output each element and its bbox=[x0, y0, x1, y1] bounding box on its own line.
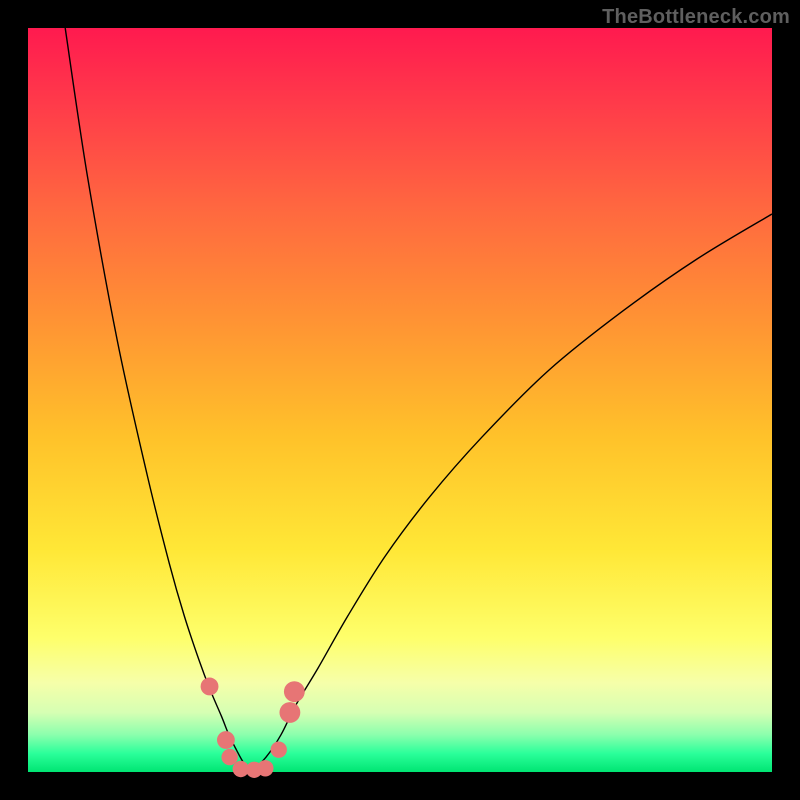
curve-right-branch bbox=[251, 214, 772, 772]
minimum-dot bbox=[217, 731, 235, 749]
minimum-dot bbox=[279, 702, 300, 723]
gradient-plot-area bbox=[28, 28, 772, 772]
minimum-dot bbox=[271, 741, 287, 757]
minimum-dot bbox=[201, 678, 219, 696]
minimum-dot bbox=[221, 749, 237, 765]
minimum-dot bbox=[284, 681, 305, 702]
minimum-dots-group bbox=[201, 678, 305, 778]
curve-left-branch bbox=[65, 28, 251, 772]
watermark-text: TheBottleneck.com bbox=[602, 6, 790, 29]
minimum-dot bbox=[257, 760, 273, 776]
curve-overlay bbox=[28, 28, 772, 772]
